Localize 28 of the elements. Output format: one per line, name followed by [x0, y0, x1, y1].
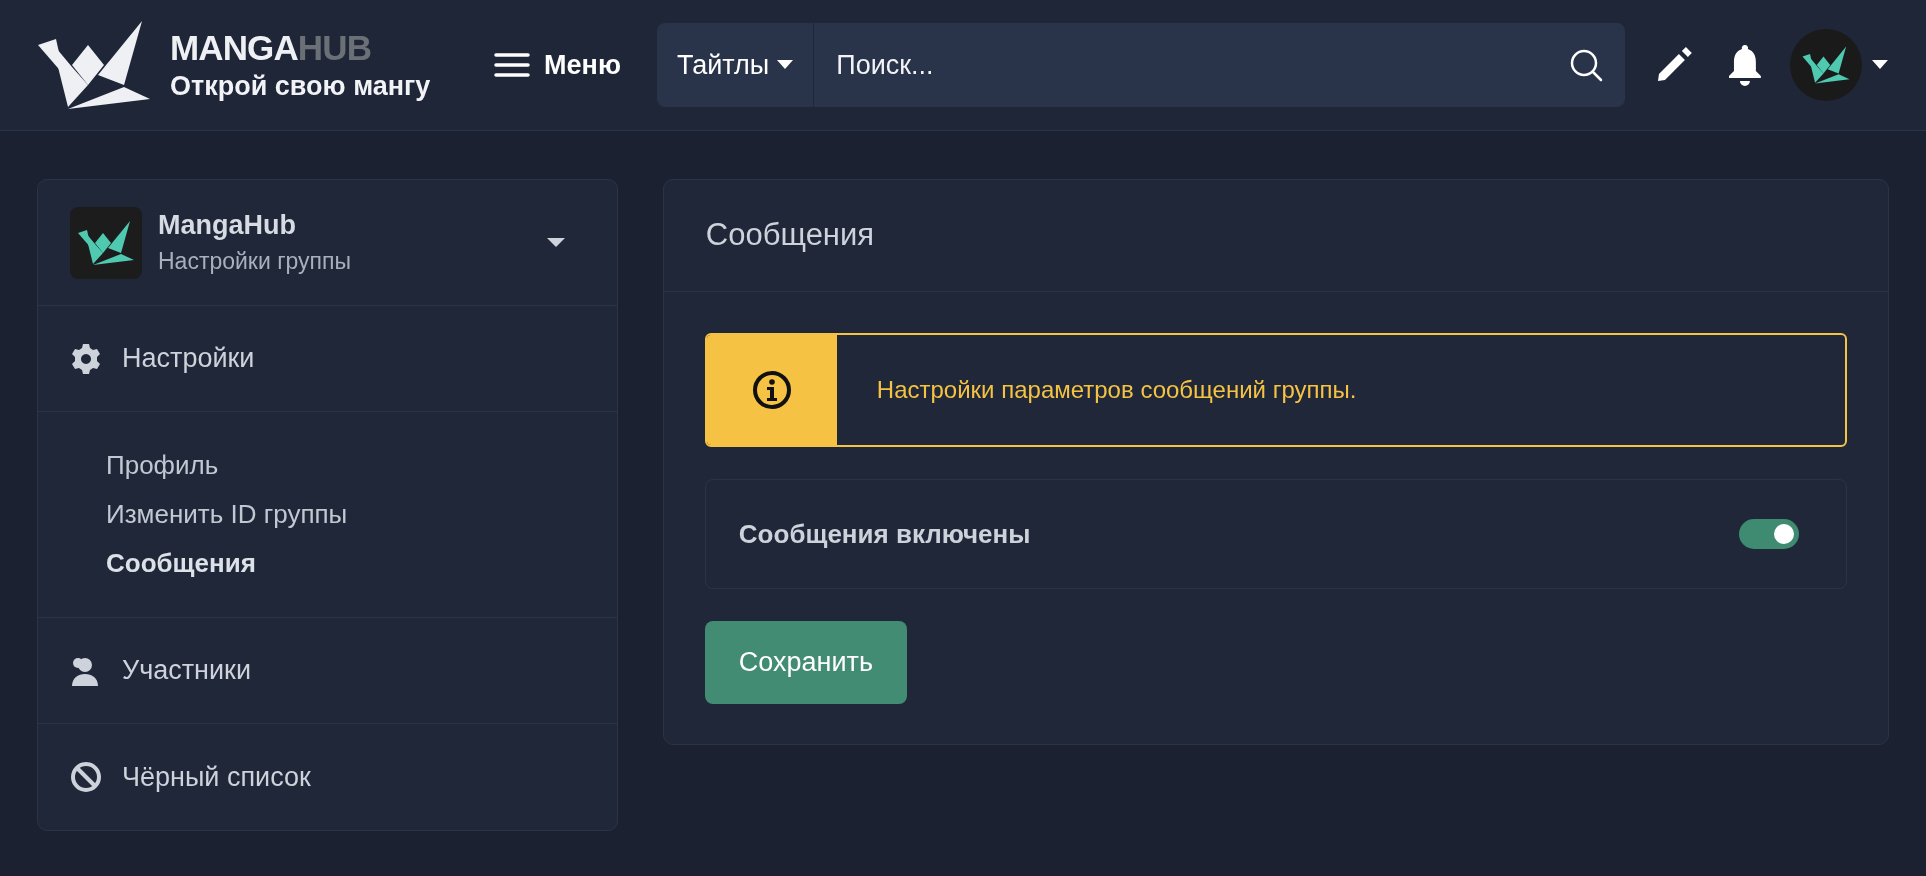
caret-icon	[777, 60, 794, 70]
toggle-switch[interactable]	[1739, 519, 1799, 549]
submenu-link[interactable]: Сообщения	[106, 544, 617, 583]
block-icon	[70, 761, 102, 793]
gear-icon	[70, 342, 102, 375]
save-button[interactable]: Сохранить	[704, 621, 907, 704]
tagline: Открой свою мангу	[170, 70, 431, 103]
bell-icon[interactable]	[1726, 44, 1763, 86]
category-dropdown[interactable]: Тайтлы	[656, 23, 815, 107]
alert-message: Настройки параметров сообщений группы.	[876, 375, 1357, 405]
toggle-label: Сообщения включены	[738, 517, 1031, 551]
group-name: MangaHub	[158, 209, 297, 243]
brand-name[interactable]: MANGAHUB	[170, 26, 431, 70]
submenu-link[interactable]: Изменить ID группы	[106, 495, 617, 534]
group-subtitle: Настройки группы	[158, 247, 352, 276]
search-field[interactable]: Поиск...	[814, 23, 1625, 107]
caret-icon[interactable]	[1872, 60, 1888, 70]
submenu-link[interactable]: Профиль	[106, 446, 617, 485]
search-field[interactable]: Поиск...	[836, 44, 1569, 86]
menu-button[interactable]: Меню	[494, 44, 621, 86]
sidebar-item[interactable]: Чёрный список	[122, 756, 311, 798]
caret-icon[interactable]	[546, 237, 565, 248]
sidebar-item[interactable]: Участники	[122, 650, 251, 691]
search-icon[interactable]	[1568, 48, 1603, 82]
menu-icon	[494, 52, 531, 78]
panel-title: Сообщения	[705, 216, 875, 255]
sidebar-item[interactable]: Настройки	[122, 338, 255, 379]
info-icon	[751, 370, 792, 410]
